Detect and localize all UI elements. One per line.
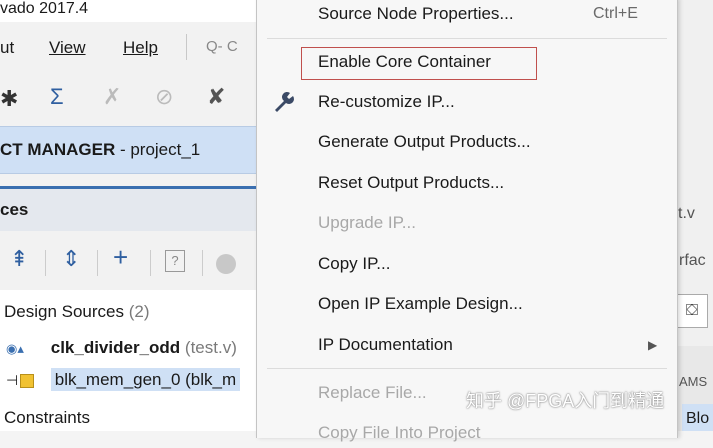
sources-toolbar: ⇞ ⇕ + ? [0, 232, 258, 288]
menu-item-view[interactable]: View [49, 38, 86, 58]
disabled-tool-icon: ✗ [103, 84, 122, 109]
module-file: (test.v) [184, 338, 237, 357]
menu-bar: ut View Help Q- C [0, 30, 258, 66]
menu-open-ip-example-design[interactable]: Open IP Example Design... [318, 289, 523, 319]
editor-tab[interactable]: t.v [678, 205, 695, 223]
ams-tab[interactable]: AMS [679, 374, 707, 389]
status-circle-icon [216, 254, 236, 274]
menu-generate-output-products[interactable]: Generate Output Products... [318, 127, 531, 157]
main-toolbar: ✱ Σ ✗ ⊘ ✘ [0, 74, 258, 126]
context-menu: Source Node Properties... Ctrl+E Enable … [256, 0, 678, 442]
verilog-module-icon: ◉▴ [6, 341, 24, 356]
ip-core-icon: ⊣ [6, 366, 46, 394]
project-manager-label: CT MANAGER [0, 140, 116, 159]
shortcut-ctrl-e: Ctrl+E [593, 5, 638, 22]
menu-item-layout[interactable]: ut [0, 38, 14, 58]
interface-text: rfac [679, 252, 706, 269]
tool-divider [202, 250, 203, 276]
help-icon[interactable]: ? [165, 250, 185, 272]
menu-copy-file-into-project: Copy File Into Project [318, 423, 481, 442]
tree-node-blk-mem-gen[interactable]: ⊣ blk_mem_gen_0 (blk_m [6, 366, 241, 394]
menu-replace-file: Replace File... [318, 383, 427, 402]
design-sources-label: Design Sources [4, 302, 125, 321]
right-editor-pane: t.v rfac ⛋ AMS Blo [676, 0, 713, 431]
sources-tree: Design Sources (2) ◉▴ clk_divider_odd (t… [0, 290, 258, 431]
watermark: 知乎 @FPGA入门到精通 [466, 391, 665, 411]
menu-ip-documentation[interactable]: IP Documentation [318, 330, 453, 360]
menu-separator [267, 368, 667, 369]
design-sources-count: (2) [128, 302, 150, 321]
menu-source-node-properties[interactable]: Source Node Properties... [318, 0, 514, 29]
panel-toggle-icon[interactable]: ⛋ [676, 294, 708, 328]
sources-panel-header: ces [0, 186, 258, 231]
project-name: - project_1 [115, 140, 201, 159]
window-title: vado 2017.4 [0, 0, 258, 22]
menu-enable-core-container[interactable]: Enable Core Container [318, 47, 491, 77]
constraints-label: Constraints [4, 408, 90, 427]
sources-title: ces [0, 200, 29, 219]
tool-divider [97, 250, 98, 276]
disabled-debug-icon: ⊘ [155, 84, 174, 109]
block-text: Blo [686, 410, 710, 427]
tree-node-clk-divider[interactable]: ◉▴ clk_divider_odd (test.v) [6, 334, 237, 362]
tool-divider [45, 250, 46, 276]
vivado-main-window: vado 2017.4 ut View Help Q- C ✱ Σ ✗ ⊘ ✘ … [0, 0, 258, 431]
module-name: clk_divider_odd [50, 338, 181, 357]
menu-reset-output-products[interactable]: Reset Output Products... [318, 168, 504, 198]
tree-node-design-sources[interactable]: Design Sources (2) [4, 298, 150, 326]
collapse-all-icon[interactable]: ⇞ [10, 246, 28, 272]
tree-node-constraints[interactable]: Constraints [4, 404, 90, 431]
menu-copy-ip[interactable]: Copy IP... [318, 249, 390, 279]
tool-divider [150, 250, 151, 276]
submenu-arrow-icon: ▶ [648, 338, 658, 352]
menu-divider [186, 34, 187, 60]
wrench-icon [275, 92, 294, 112]
add-sources-icon[interactable]: + [113, 242, 128, 273]
gear-icon[interactable]: ✱ [0, 86, 18, 112]
menu-item-help[interactable]: Help [123, 38, 158, 58]
menu-recustomize-ip[interactable]: Re-customize IP... [318, 87, 455, 117]
search-field[interactable]: Q- C [206, 38, 238, 55]
menu-separator [267, 38, 667, 39]
expand-icon[interactable]: ⇕ [62, 246, 80, 272]
ip-name: blk_mem_gen_0 (blk_m [50, 368, 241, 391]
menu-upgrade-ip: Upgrade IP... [318, 213, 416, 232]
project-manager-header[interactable]: CT MANAGER - project_1 [0, 126, 258, 174]
sigma-icon[interactable]: Σ [50, 84, 64, 110]
disconnect-icon[interactable]: ✘ [207, 84, 225, 110]
